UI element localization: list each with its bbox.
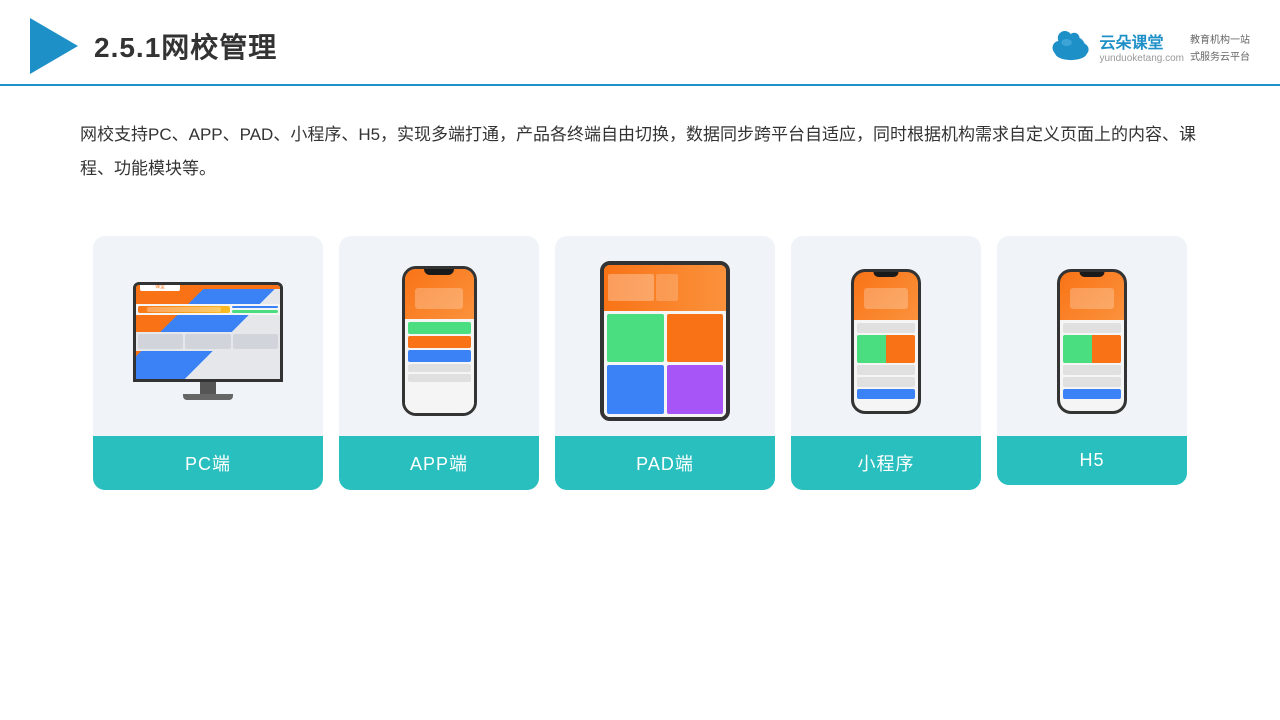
page-title: 2.5.1网校管理 (94, 26, 277, 66)
h5-screen (1060, 272, 1124, 411)
mini-phone-mockup (851, 269, 921, 414)
h5-notch (1080, 272, 1105, 277)
card-pad: PAD端 (555, 236, 775, 490)
monitor-screen: 课堂 (136, 285, 280, 379)
card-h5: H5 (997, 236, 1187, 485)
card-app: APP端 (339, 236, 539, 490)
pad-label: PAD端 (555, 436, 775, 490)
h5-label: H5 (997, 436, 1187, 485)
monitor: 课堂 (133, 282, 283, 382)
brand-url: yunduoketang.com (1099, 53, 1184, 64)
brand-tagline2: 式服务云平台 (1190, 48, 1250, 63)
cloud-icon (1049, 30, 1093, 62)
brand-logo: 云朵课堂 yunduoketang.com 教育机构一站 式服务云平台 (1049, 29, 1250, 64)
pad-image-area (555, 236, 775, 436)
brand-name: 云朵课堂 (1099, 29, 1184, 53)
mini-label: 小程序 (791, 436, 981, 490)
card-mini: 小程序 (791, 236, 981, 490)
app-label: APP端 (339, 436, 539, 490)
description-text: 网校支持PC、APP、PAD、小程序、H5，实现多端打通，产品各终端自由切换，数… (80, 118, 1200, 186)
tablet-screen (604, 265, 726, 417)
header-right: 云朵课堂 yunduoketang.com 教育机构一站 式服务云平台 (1049, 29, 1250, 64)
brand-tagline-wrap: 教育机构一站 式服务云平台 (1190, 29, 1250, 63)
monitor-base (183, 394, 233, 400)
header: 2.5.1网校管理 云朵课堂 yunduoketang.com 教育机构一站 式… (0, 0, 1280, 86)
logo-triangle-icon (30, 18, 78, 74)
tablet-mockup (600, 261, 730, 421)
brand-name-wrap: 云朵课堂 yunduoketang.com (1099, 29, 1184, 64)
h5-phone-mockup (1057, 269, 1127, 414)
card-pc: 课堂 (93, 236, 323, 490)
header-left: 2.5.1网校管理 (30, 18, 277, 74)
monitor-stand (200, 382, 216, 394)
mini-notch (874, 272, 899, 277)
app-phone-mockup (402, 266, 477, 416)
pc-label: PC端 (93, 436, 323, 490)
pc-mockup: 课堂 (133, 282, 283, 400)
mini-image-area (791, 236, 981, 436)
description: 网校支持PC、APP、PAD、小程序、H5，实现多端打通，产品各终端自由切换，数… (0, 86, 1280, 206)
h5-image-area (997, 236, 1187, 436)
pc-image-area: 课堂 (93, 236, 323, 436)
mini-screen (854, 272, 918, 411)
phone-screen (405, 269, 474, 413)
cards-container: 课堂 (0, 206, 1280, 520)
brand-tagline: 教育机构一站 (1190, 31, 1250, 46)
app-image-area (339, 236, 539, 436)
phone-notch (424, 269, 454, 275)
